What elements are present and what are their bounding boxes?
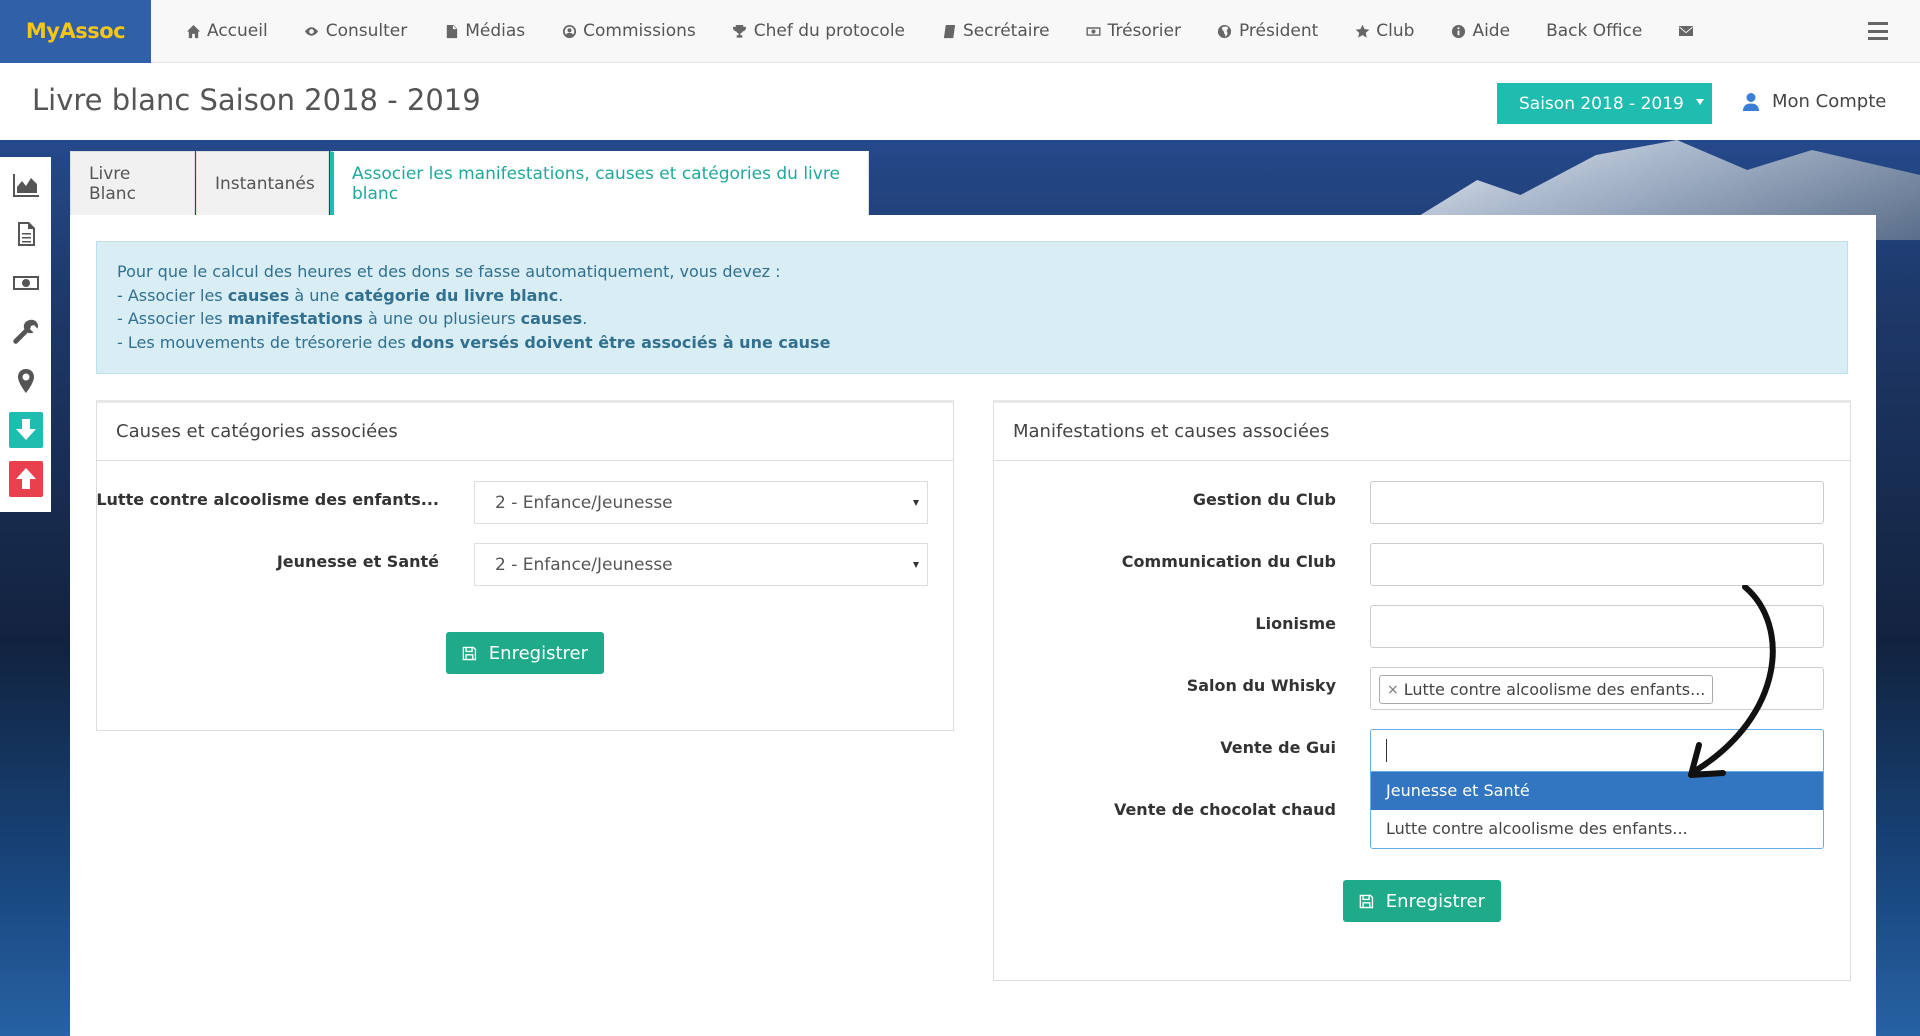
info-line-1: - Associer les causes à une catégorie du… [117, 285, 564, 305]
top-navbar: MyAssoc Accueil Consulter Médias Commiss… [0, 0, 1920, 63]
save-causes-button[interactable]: Enregistrer [446, 632, 604, 674]
causes-panel: Causes et catégories associées Lutte con… [96, 400, 954, 731]
wrench-icon[interactable] [9, 314, 43, 350]
money-icon[interactable] [9, 265, 43, 301]
file-icon [443, 23, 459, 39]
page-header: Livre blanc Saison 2018 - 2019 Saison 20… [0, 63, 1920, 140]
brand-logo[interactable]: MyAssoc [0, 0, 151, 63]
floppy-disk-icon [1359, 894, 1374, 908]
eye-icon [304, 23, 320, 39]
info-line-intro: Pour que le calcul des heures et des don… [117, 262, 781, 281]
side-toolbar [0, 157, 51, 512]
floppy-disk-icon [462, 646, 477, 660]
season-selector[interactable]: Saison 2018 - 2019 [1497, 83, 1712, 124]
event-label: Vente de Gui [1220, 738, 1336, 757]
text-cursor [1386, 739, 1387, 762]
nav-item-aide[interactable]: Aide [1432, 0, 1528, 63]
nav-item-commissions[interactable]: Commissions [543, 0, 714, 63]
page-title: Livre blanc Saison 2018 - 2019 [32, 83, 481, 117]
nav-item-medias[interactable]: Médias [425, 0, 543, 63]
info-icon [1450, 23, 1466, 39]
nav-item-secretaire[interactable]: Secrétaire [923, 0, 1068, 63]
info-line-3: - Les mouvements de trésorerie des dons … [117, 332, 831, 352]
event-label: Communication du Club [1121, 552, 1336, 571]
cause-multiselect[interactable] [1370, 543, 1824, 586]
dropdown-option[interactable]: Lutte contre alcoolisme des enfants... [1371, 810, 1823, 848]
event-label: Vente de chocolat chaud [1113, 800, 1336, 819]
nav-item-tresorier[interactable]: Trésorier [1068, 0, 1199, 63]
account-menu[interactable]: Mon Compte [1742, 91, 1886, 112]
event-label: Salon du Whisky [1186, 676, 1336, 695]
main-content: Pour que le calcul des heures et des don… [70, 215, 1876, 1036]
star-icon [1354, 23, 1370, 39]
nav-item-president[interactable]: Président [1199, 0, 1336, 63]
nav-item-consulter[interactable]: Consulter [286, 0, 426, 63]
caret-down-icon [913, 562, 919, 568]
cause-label: Jeunesse et Santé [276, 552, 439, 571]
user-circle-icon [561, 23, 577, 39]
tag-remove-icon[interactable]: × [1387, 682, 1399, 698]
info-alert: Pour que le calcul des heures et des don… [96, 241, 1848, 374]
money-icon [1086, 23, 1102, 39]
event-label: Gestion du Club [1192, 490, 1336, 509]
cause-multiselect[interactable] [1370, 481, 1824, 524]
user-icon [1743, 92, 1759, 111]
nav-menu: Accueil Consulter Médias Commissions Che… [167, 0, 1718, 63]
nav-item-chef-du-protocole[interactable]: Chef du protocole [714, 0, 923, 63]
nav-item-mail[interactable] [1660, 0, 1718, 63]
book-icon [941, 23, 957, 39]
chart-icon[interactable] [9, 167, 43, 203]
caret-down-icon [1696, 99, 1704, 105]
events-panel-title: Manifestations et causes associées [994, 403, 1850, 461]
menu-toggle-icon[interactable] [1868, 22, 1888, 40]
envelope-icon [1678, 23, 1694, 39]
globe-icon [1217, 23, 1233, 39]
annotation-arrow [1688, 585, 1776, 778]
tab-associer[interactable]: Associer les manifestations, causes et c… [330, 151, 869, 215]
nav-item-back-office[interactable]: Back Office [1528, 0, 1660, 63]
upload-icon[interactable] [8, 461, 43, 497]
causes-panel-title: Causes et catégories associées [97, 403, 953, 461]
nav-item-club[interactable]: Club [1336, 0, 1432, 63]
save-events-button[interactable]: Enregistrer [1343, 880, 1501, 922]
cause-label: Lutte contre alcoolisme des enfants... [96, 490, 439, 509]
home-icon [185, 23, 201, 39]
caret-down-icon [913, 500, 919, 506]
tab-instantanes[interactable]: Instantanés [196, 151, 329, 215]
map-marker-icon[interactable] [9, 363, 43, 399]
category-select[interactable]: 2 - Enfance/Jeunesse [474, 543, 928, 586]
info-line-2: - Associer les manifestations à une ou p… [117, 309, 588, 328]
tab-livre-blanc[interactable]: Livre Blanc [70, 151, 195, 215]
trophy-icon [732, 23, 748, 39]
nav-item-accueil[interactable]: Accueil [167, 0, 286, 63]
download-icon[interactable] [8, 412, 43, 448]
document-icon[interactable] [9, 216, 43, 252]
event-label: Lionisme [1255, 614, 1336, 633]
category-select[interactable]: 2 - Enfance/Jeunesse [474, 481, 928, 524]
